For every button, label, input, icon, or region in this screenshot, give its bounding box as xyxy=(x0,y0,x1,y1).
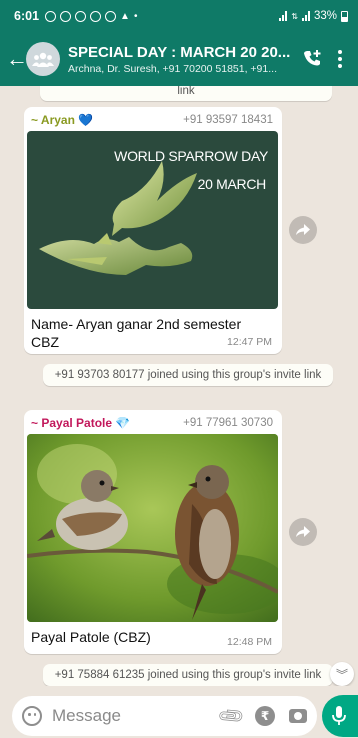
microphone-icon xyxy=(332,706,346,725)
status-bar: 6:01 ▲ • ⇅ 33% xyxy=(0,0,358,32)
back-arrow-icon[interactable]: ← xyxy=(6,48,28,70)
sparrow-day-poster[interactable]: WORLD SPARROW DAY 20 MARCH xyxy=(27,131,278,309)
sparrows-photo[interactable] xyxy=(27,434,278,622)
more-notifications-dot-icon: • xyxy=(133,10,138,22)
message-time: 12:47 PM xyxy=(227,336,272,348)
add-call-icon[interactable] xyxy=(296,49,330,69)
chat-messages[interactable]: link ~ Aryan 💙 +91 93597 18431 WORLD SPA… xyxy=(0,86,358,686)
data-icon: ⇅ xyxy=(291,11,298,21)
chat-header: ← SPECIAL DAY : MARCH 20 20... Archna, D… xyxy=(0,32,358,86)
system-message: +91 75884 61235 joined using this group'… xyxy=(43,664,333,686)
system-message-text: +91 75884 61235 joined using this group'… xyxy=(54,669,322,681)
message-time: 12:48 PM xyxy=(227,636,272,648)
two-sparrows-on-branch-image xyxy=(27,434,278,622)
battery-icon xyxy=(341,10,348,22)
sender-phone[interactable]: +91 93597 18431 xyxy=(183,114,273,126)
whatsapp-notification-icon xyxy=(45,10,57,22)
signal-icon xyxy=(301,11,310,21)
message-input-container: 📎︎ ₹ xyxy=(12,696,317,736)
signal-icon xyxy=(279,11,288,21)
camera-icon[interactable] xyxy=(289,709,307,723)
payment-rupee-icon[interactable]: ₹ xyxy=(255,706,275,726)
sender-name[interactable]: ~ Aryan 💙 xyxy=(31,113,93,127)
system-message: link xyxy=(40,86,332,101)
chat-participants: Archna, Dr. Suresh, +91 70200 51851, +91… xyxy=(68,62,277,75)
double-chevron-down-icon: ︾ xyxy=(335,667,348,682)
message-input[interactable] xyxy=(52,706,221,726)
forward-button[interactable] xyxy=(289,518,317,546)
system-message-text: link xyxy=(177,86,195,97)
alarm-icon: ▲ xyxy=(120,10,130,22)
more-options-icon[interactable] xyxy=(330,50,350,68)
message-composer: 📎︎ ₹ xyxy=(0,690,358,738)
status-time: 6:01 xyxy=(14,9,40,23)
image-message-aryan[interactable]: ~ Aryan 💙 +91 93597 18431 WORLD SPARROW … xyxy=(24,107,282,354)
voice-message-button[interactable] xyxy=(322,695,358,737)
notification-icon xyxy=(105,10,117,22)
sender-name[interactable]: ~ Payal Patole 💎 xyxy=(31,416,130,430)
notification-icon xyxy=(60,10,72,22)
chat-title: SPECIAL DAY : MARCH 20 20... xyxy=(68,43,291,61)
group-icon xyxy=(32,52,54,67)
forward-button[interactable] xyxy=(289,216,317,244)
sparrow-silhouette-illustration xyxy=(39,161,197,275)
attach-paperclip-icon[interactable]: 📎︎ xyxy=(216,701,247,732)
system-message-text: +91 93703 80177 joined using this group'… xyxy=(54,369,322,381)
emoji-icon[interactable] xyxy=(22,706,42,726)
image-message-payal[interactable]: ~ Payal Patole 💎 +91 77961 30730 Payal P… xyxy=(24,410,282,654)
group-avatar[interactable] xyxy=(26,42,60,76)
system-message: +91 93703 80177 joined using this group'… xyxy=(43,364,333,386)
scroll-to-bottom-button[interactable]: ︾ xyxy=(330,662,354,686)
notification-icon xyxy=(75,10,87,22)
sender-phone[interactable]: +91 77961 30730 xyxy=(183,417,273,429)
notification-icon xyxy=(90,10,102,22)
forward-arrow-icon xyxy=(296,224,310,235)
chat-title-area[interactable]: SPECIAL DAY : MARCH 20 20... Archna, Dr.… xyxy=(68,44,296,75)
forward-arrow-icon xyxy=(296,526,310,537)
battery-percent: 33% xyxy=(313,10,337,22)
